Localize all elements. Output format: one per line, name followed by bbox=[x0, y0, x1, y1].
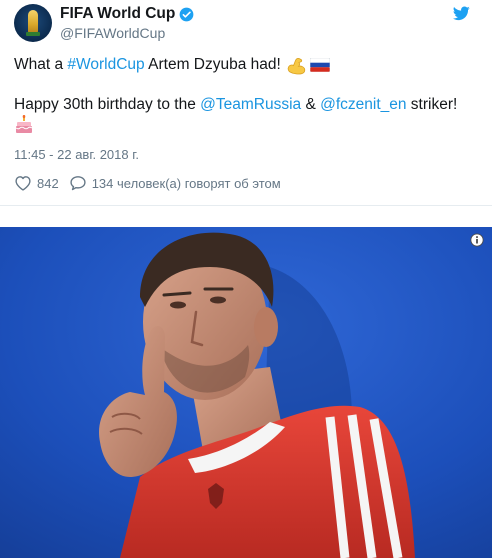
account-handle[interactable]: @FIFAWorldCup bbox=[60, 25, 165, 41]
reply-bubble-icon[interactable] bbox=[69, 175, 87, 191]
info-icon[interactable] bbox=[470, 233, 484, 247]
tweet-stats: 842 134 человек(а) говорят об этом bbox=[14, 173, 281, 193]
tweet-photo[interactable] bbox=[0, 227, 492, 558]
mention-teamrussia-link[interactable]: @TeamRussia bbox=[200, 95, 301, 115]
player-photo-illustration bbox=[0, 227, 492, 558]
display-name[interactable]: FIFA World Cup bbox=[60, 5, 175, 23]
avatar[interactable] bbox=[14, 4, 52, 42]
tweet-timestamp[interactable]: 11:45 - 22 авг. 2018 г. bbox=[14, 147, 139, 162]
tweet-line-1: What a #WorldCup Artem Dzyuba had! bbox=[14, 55, 484, 75]
account-name-row[interactable]: FIFA World Cup bbox=[60, 5, 194, 23]
like-count: 842 bbox=[37, 175, 59, 191]
embedded-tweet: FIFA World Cup @FIFAWorldCup What a #Wor… bbox=[0, 0, 492, 205]
birthday-cake-emoji bbox=[15, 115, 33, 133]
replies-text[interactable]: 134 человек(а) говорят об этом bbox=[92, 176, 281, 191]
tweet-text: What a #WorldCup Artem Dzyuba had! Happy… bbox=[14, 55, 484, 135]
hashtag-link[interactable]: #WorldCup bbox=[67, 55, 144, 75]
tweet-line-2: Happy 30th birthday to the @TeamRussia &… bbox=[14, 95, 458, 115]
flexed-biceps-emoji bbox=[287, 57, 306, 75]
russia-flag-emoji bbox=[309, 58, 330, 72]
heart-icon[interactable] bbox=[14, 175, 32, 191]
verified-badge-icon bbox=[180, 7, 194, 21]
divider bbox=[0, 205, 492, 206]
mention-fczenit-link[interactable]: @fczenit_en bbox=[320, 95, 406, 115]
fifa-world-cup-trophy-icon bbox=[28, 10, 38, 34]
twitter-bird-icon[interactable] bbox=[453, 6, 470, 21]
